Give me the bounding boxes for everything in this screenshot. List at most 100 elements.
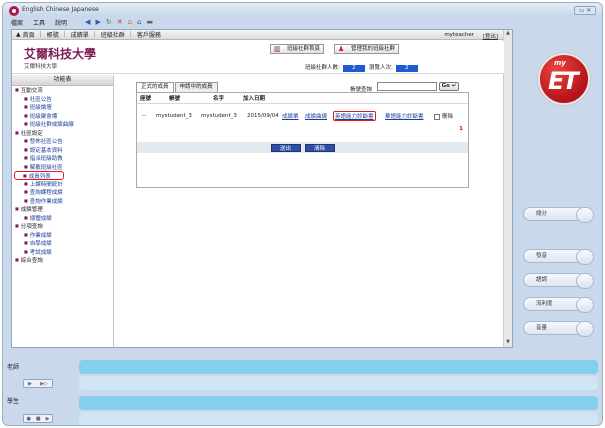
member-table: 座號 帳號 名字 加入日期 -- mystudent_3 mystudent_3…: [136, 92, 469, 188]
sidebar-item[interactable]: 社區設定: [12, 129, 113, 138]
nav-community[interactable]: 班級社群: [101, 30, 125, 39]
cell-account: mystudent_3: [156, 113, 192, 119]
sidebar-item[interactable]: 班級聚會標: [12, 112, 113, 121]
nav-account[interactable]: 帳號: [47, 30, 59, 39]
sidebar-item[interactable]: 社區公告: [12, 95, 113, 104]
account-search-input[interactable]: [377, 82, 437, 91]
username: myteacher: [444, 32, 474, 38]
intonation-button[interactable]: 語調: [523, 273, 594, 289]
myet-logo: my ET: [538, 53, 590, 105]
sidebar-item[interactable]: 班級論壇: [12, 103, 113, 112]
score-curve-link[interactable]: 成績曲線: [305, 112, 327, 120]
repeat-icon[interactable]: ▶▷: [40, 381, 48, 387]
table-row: -- mystudent_3 mystudent_3 2015/09/04 成績…: [137, 111, 468, 121]
sidebar-item[interactable]: 班級社群成績曲線: [12, 120, 113, 129]
scroll-down-icon[interactable]: ▼: [504, 339, 512, 347]
sidebar-item[interactable]: 考試成績: [12, 248, 113, 257]
sidebar-item[interactable]: 發佈社區公告: [12, 137, 113, 146]
vertical-scrollbar[interactable]: ▲ ▼: [503, 30, 512, 347]
title-bar: English Chinese Japanese ▭ ✕: [3, 3, 602, 16]
cell-name: mystudent_3: [201, 113, 237, 119]
school-subtitle: 艾爾科技大學: [24, 64, 58, 70]
sidebar-item[interactable]: 設定基本資料: [12, 146, 113, 155]
col-account: 帳號: [169, 96, 181, 102]
sidebar-title: 功能表: [12, 75, 113, 86]
main-content: 正式的成員 申請中的成員 帳號查詢 Go ↵ 座號 帳號 名字 加入日期 -- …: [124, 82, 504, 347]
go-button[interactable]: Go ↵: [439, 82, 459, 91]
sidebar-list: 互動交流社區公告班級論壇班級聚會標班級社群成績曲線社區設定發佈社區公告設定基本資…: [12, 86, 113, 265]
sidebar-item[interactable]: 解散班級社區: [12, 163, 113, 172]
browser-pane: ▲ 首頁 | 帳號 | 成績單 | 班級社群 | 客戶服務 myteacher …: [11, 29, 513, 348]
sidebar-item[interactable]: 成績管理: [12, 205, 113, 214]
english-diagnosis-link[interactable]: 英語能力診斷書: [333, 111, 376, 121]
sidebar-item[interactable]: 查詢作業成績: [12, 197, 113, 206]
sidebar-item[interactable]: 分項查詢: [12, 222, 113, 231]
page-number[interactable]: 1: [459, 126, 463, 132]
col-joined: 加入日期: [243, 96, 266, 102]
logout-link[interactable]: [登出]: [483, 32, 498, 40]
school-name: 艾爾科技大學: [24, 47, 97, 61]
cell-seat: --: [142, 113, 146, 119]
forward-icon[interactable]: ▶: [95, 18, 100, 26]
manage-community-button[interactable]: ♟ 管理我的班級社群: [334, 44, 400, 54]
teacher-waveform-bar: [79, 360, 598, 374]
tab-official-members[interactable]: 正式的成員: [136, 82, 174, 92]
print-icon[interactable]: ▬: [146, 18, 153, 26]
col-seat: 座號: [140, 96, 152, 102]
menu-help[interactable]: 說明: [55, 18, 67, 27]
teacher-text-bar: [79, 376, 598, 390]
home-nav-icon[interactable]: ▲: [16, 31, 21, 38]
member-tabs: 正式的成員 申請中的成員: [136, 82, 219, 92]
menu-bar: 檔案 工具 說明 ◀ ▶ ↻ ✕ ⌂ ⌂ ▬: [3, 16, 602, 28]
nav-toolbar: ◀ ▶ ↻ ✕ ⌂ ⌂ ▬: [85, 18, 153, 26]
fluency-button[interactable]: 流利度: [523, 297, 594, 313]
sidebar-item[interactable]: 互動交流: [12, 86, 113, 95]
sidebar-item[interactable]: 作業成績: [12, 231, 113, 240]
chinese-diagnosis-link[interactable]: 華語能力診斷書: [385, 112, 424, 120]
community-home-button[interactable]: ▥ 班級社群首頁: [270, 44, 325, 54]
window-title: English Chinese Japanese: [22, 6, 99, 13]
building-icon: ▥: [274, 45, 281, 53]
enter-icon: ↵: [451, 83, 457, 89]
app-window: English Chinese Japanese ▭ ✕ 檔案 工具 說明 ◀ …: [2, 2, 603, 426]
student-label: 學生: [7, 398, 20, 405]
report-card-link[interactable]: 成績單: [282, 112, 299, 120]
teacher-playback-controls[interactable]: ▶ ▶▷: [23, 379, 53, 388]
cell-joined: 2015/09/04: [247, 113, 279, 119]
sidebar: 功能表 互動交流社區公告班級論壇班級聚會標班級社群成績曲線社區設定發佈社區公告設…: [12, 75, 114, 347]
refresh-icon[interactable]: ↻: [106, 18, 112, 26]
pronunciation-button[interactable]: 發音: [523, 249, 594, 265]
student-waveform-bar: [79, 396, 598, 410]
sidebar-item[interactable]: 綜合查詢: [12, 256, 113, 265]
menu-file[interactable]: 檔案: [11, 18, 23, 27]
scroll-up-icon[interactable]: ▲: [504, 30, 512, 38]
col-name: 名字: [213, 96, 225, 102]
sidebar-item[interactable]: 上課時間統計: [12, 180, 113, 189]
person-icon: ♟: [338, 45, 345, 53]
playback-icon[interactable]: ▶: [46, 416, 50, 422]
home-icon[interactable]: ⌂: [128, 18, 132, 26]
submit-button[interactable]: 送出: [270, 143, 301, 152]
window-close-button[interactable]: ▭ ✕: [574, 6, 596, 15]
sidebar-item[interactable]: 總體成績: [12, 214, 113, 223]
record-icon[interactable]: ●: [27, 416, 31, 422]
stop-icon[interactable]: ✕: [117, 18, 123, 26]
sidebar-item[interactable]: 成員列表: [14, 171, 64, 180]
menu-tools[interactable]: 工具: [33, 18, 45, 27]
sidebar-item[interactable]: 查詢課程成績: [12, 188, 113, 197]
clear-button[interactable]: 清除: [304, 143, 335, 152]
sidebar-item[interactable]: 自學成績: [12, 239, 113, 248]
stop-rec-icon[interactable]: ■: [36, 416, 41, 422]
nav-report[interactable]: 成績單: [71, 30, 89, 39]
total-score-button[interactable]: 總分: [523, 207, 594, 223]
back-icon[interactable]: ◀: [85, 18, 90, 26]
volume-button[interactable]: 音量: [523, 321, 594, 337]
play-icon[interactable]: ▶: [28, 381, 32, 387]
nav-home[interactable]: 首頁: [23, 30, 35, 39]
remove-checkbox[interactable]: 刪除: [434, 112, 453, 120]
favorites-icon[interactable]: ⌂: [137, 18, 141, 26]
tab-pending-members[interactable]: 申請中的成員: [174, 82, 218, 92]
nav-service[interactable]: 客戶服務: [137, 30, 161, 39]
sidebar-item[interactable]: 指派班級助教: [12, 154, 113, 163]
student-record-controls[interactable]: ● ■ ▶: [23, 414, 53, 423]
